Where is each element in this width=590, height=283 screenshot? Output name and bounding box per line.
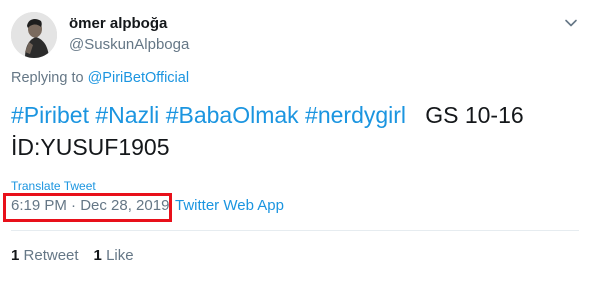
replying-to: Replying to @PiriBetOfficial — [11, 70, 189, 86]
hashtag-link[interactable]: #Piribet — [11, 102, 89, 128]
user-handle[interactable]: @SuskunAlpboga — [69, 36, 189, 53]
display-name[interactable]: ömer alpboğa — [69, 15, 167, 32]
divider — [11, 230, 579, 231]
like-count-value: 1 — [93, 247, 102, 264]
hashtag-link[interactable]: #nerdygirl — [305, 102, 406, 128]
replying-to-label: Replying to — [11, 70, 88, 86]
replying-to-link[interactable]: @PiriBetOfficial — [88, 70, 189, 86]
retweet-count-label: Retweet — [23, 247, 79, 264]
avatar-photo — [11, 12, 57, 58]
source-app-link[interactable]: Twitter Web App — [175, 197, 284, 214]
like-count[interactable]: 1 Like — [94, 247, 134, 264]
retweet-count-value: 1 — [11, 247, 20, 264]
translate-tweet-link[interactable]: Translate Tweet — [11, 179, 96, 193]
highlight-annotation-box — [3, 193, 172, 222]
tweet-stats: 1 Retweet 1 Like — [11, 247, 134, 264]
hashtag-link[interactable]: #BabaOlmak — [166, 102, 299, 128]
tweet-text: #Piribet #Nazli #BabaOlmak #nerdygirl GS… — [11, 99, 581, 163]
hashtag-link[interactable]: #Nazli — [95, 102, 159, 128]
tweet-text-trailing: GS 10-16 — [425, 102, 524, 128]
retweet-count[interactable]: 1 Retweet — [11, 247, 79, 264]
tweet-text-second-line: İD:YUSUF1905 — [11, 134, 170, 160]
avatar[interactable] — [11, 12, 57, 58]
chevron-down-icon[interactable] — [563, 15, 579, 31]
like-count-label: Like — [106, 247, 134, 264]
